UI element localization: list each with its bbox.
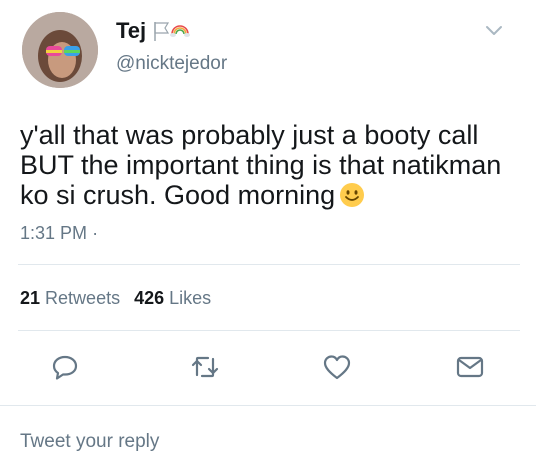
user-handle[interactable]: @nicktejedor (116, 53, 227, 75)
retweet-button[interactable] (190, 352, 220, 382)
direct-message-icon (456, 356, 484, 378)
retweets-count: 21 (20, 288, 41, 308)
reply-icon (52, 355, 78, 380)
direct-message-button[interactable] (455, 352, 485, 382)
tweet-text: y'all that was probably just a booty cal… (20, 120, 520, 210)
reply-composer: Tweet your reply (0, 405, 536, 464)
tweet-stats: 21 Retweets 426 Likes (20, 288, 211, 309)
avatar-image (22, 12, 98, 88)
tweet-timestamp[interactable]: 1:31 PM · (20, 223, 98, 244)
retweets-stat[interactable]: 21 Retweets (20, 288, 120, 309)
like-button[interactable] (322, 352, 352, 382)
chevron-down-icon[interactable] (484, 24, 504, 38)
tweet-body: y'all that was probably just a booty cal… (20, 120, 502, 210)
divider (18, 330, 520, 331)
avatar[interactable] (22, 12, 98, 88)
retweets-label: Retweets (45, 288, 121, 308)
retweet-icon (191, 356, 219, 378)
likes-label: Likes (169, 288, 212, 308)
likes-stat[interactable]: 426 Likes (134, 288, 211, 309)
likes-count: 426 (134, 288, 165, 308)
tweet-time[interactable]: 1:31 PM (20, 223, 87, 243)
time-separator: · (92, 223, 99, 243)
rainbow-flag-icon (154, 22, 191, 41)
reply-input[interactable]: Tweet your reply (20, 431, 159, 453)
user-name-row: Tej (116, 18, 191, 44)
smiling-face-emoji-icon (340, 183, 365, 207)
divider (18, 264, 520, 265)
display-name[interactable]: Tej (116, 18, 146, 44)
like-icon (323, 355, 351, 380)
reply-button[interactable] (50, 352, 80, 382)
